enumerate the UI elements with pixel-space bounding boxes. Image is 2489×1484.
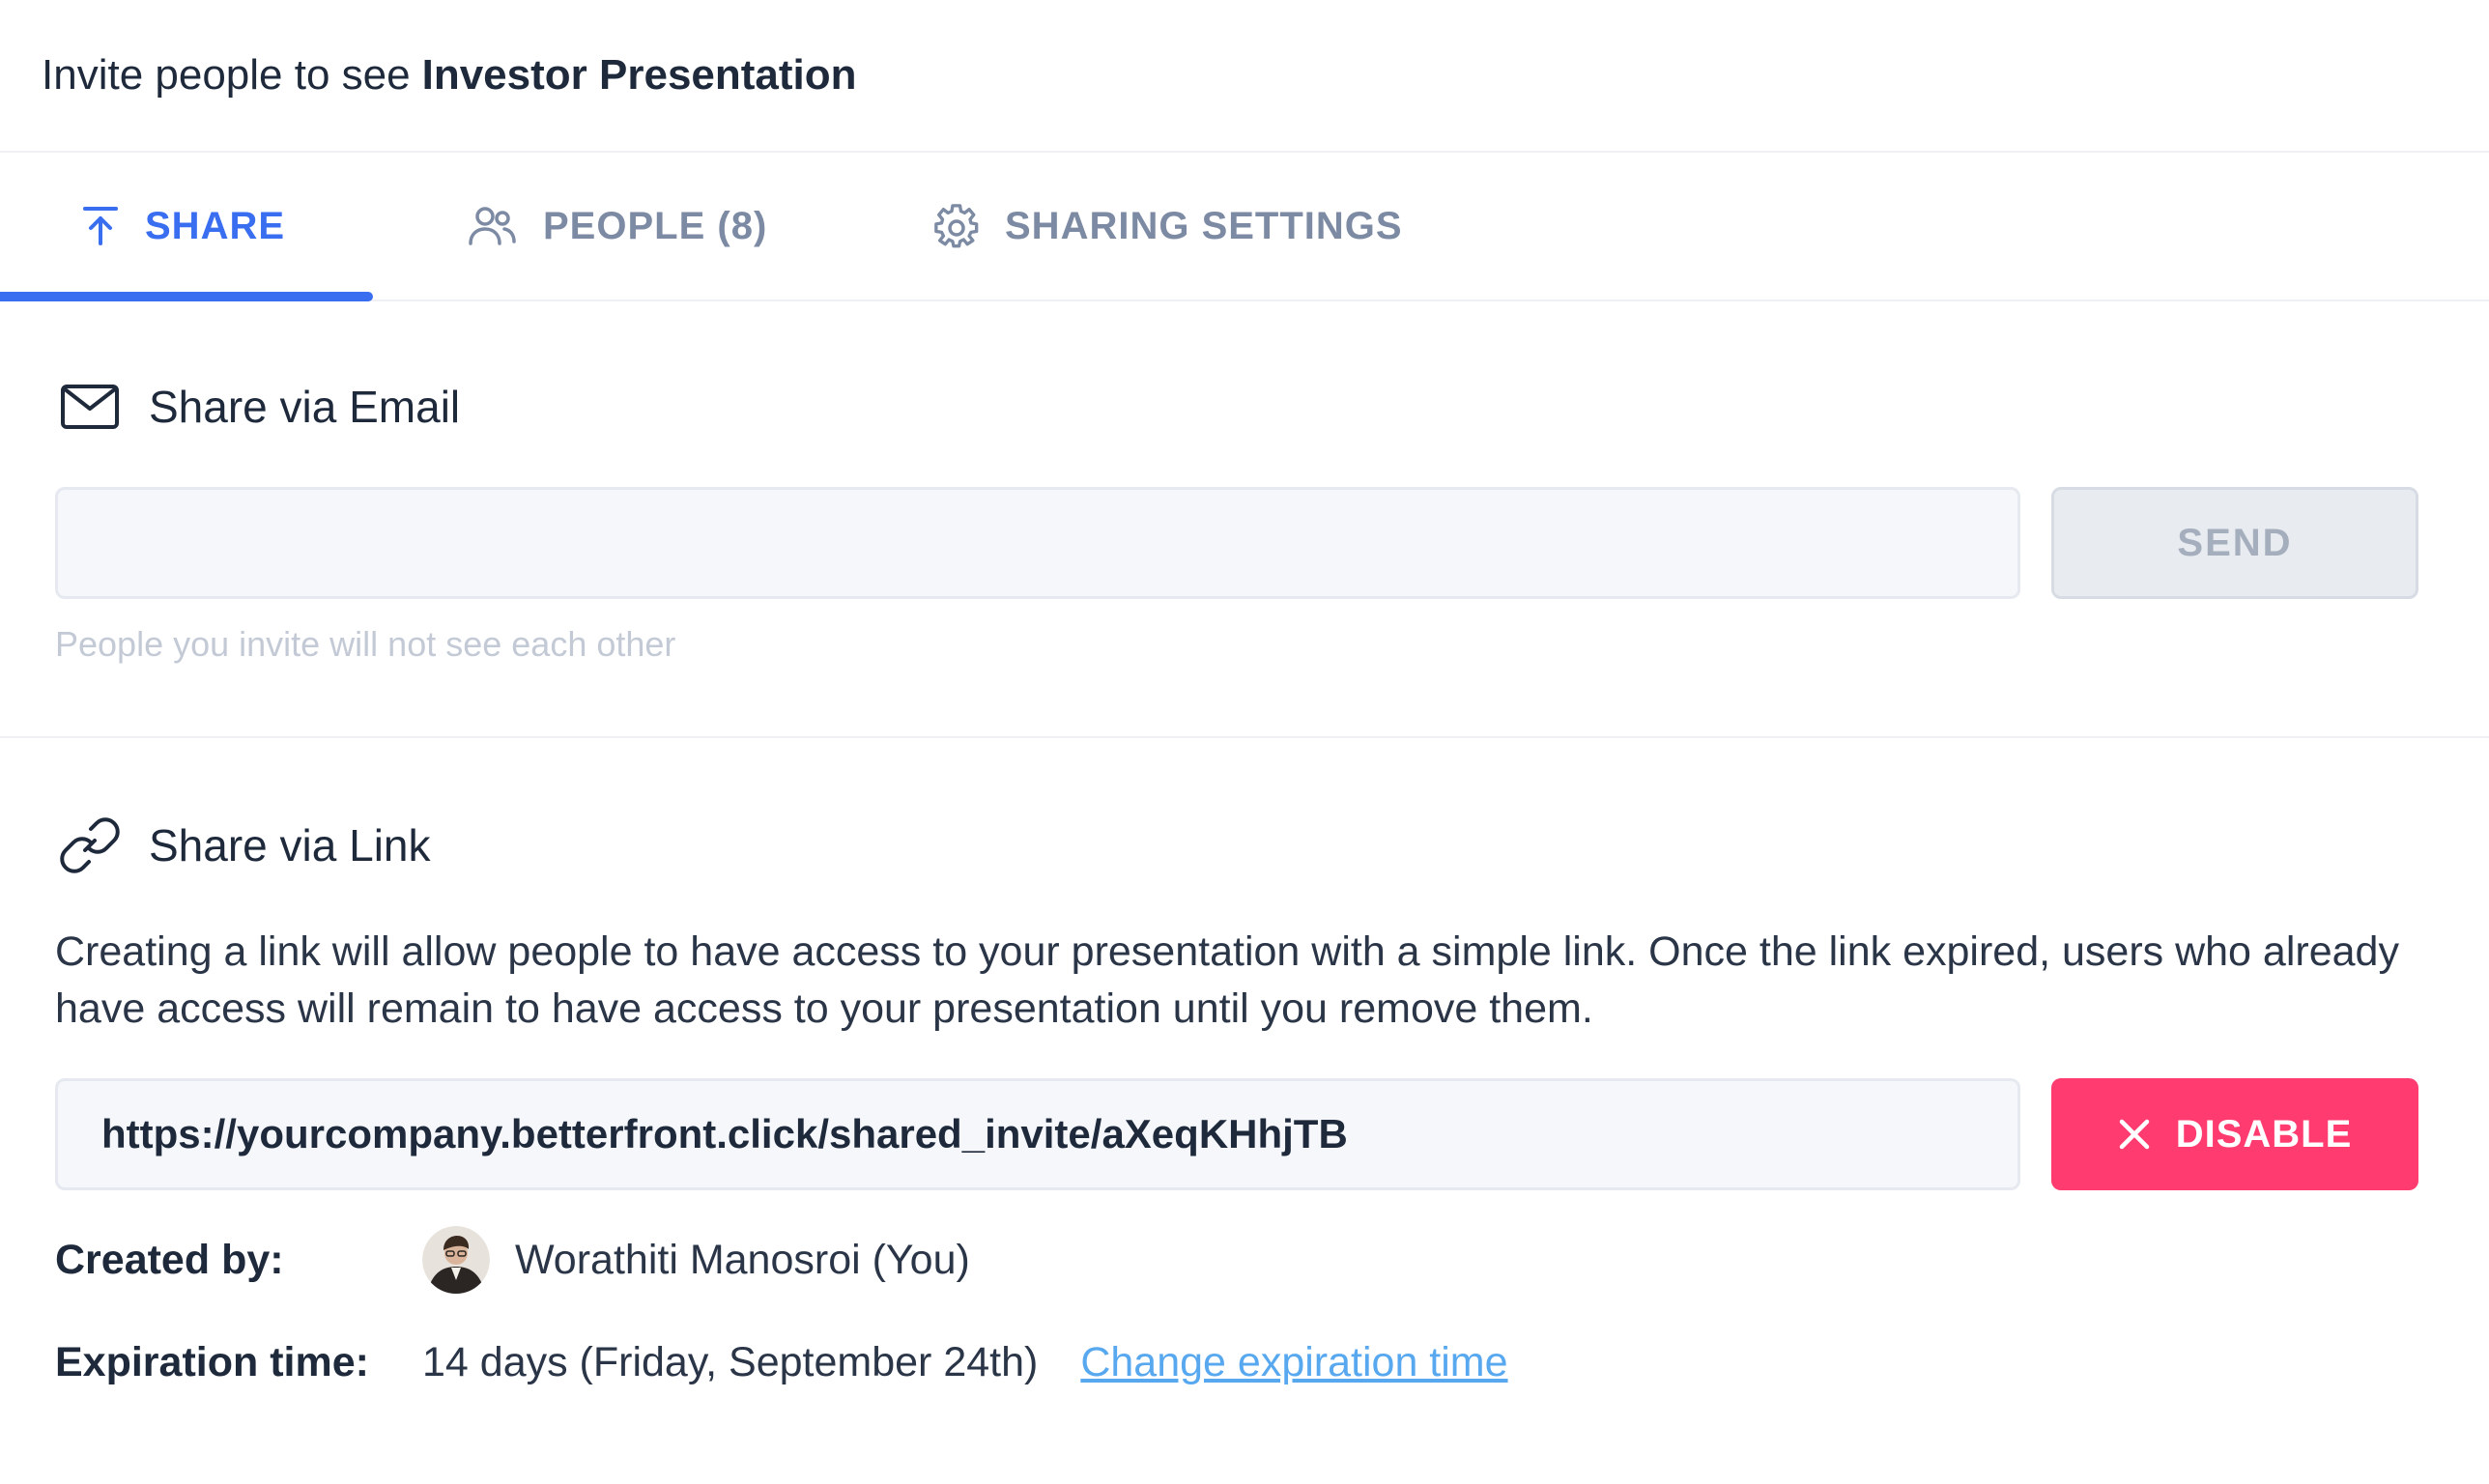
email-hint: People you invite will not see each othe… bbox=[55, 624, 676, 664]
expiration-value: 14 days (Friday, September 24th) bbox=[422, 1338, 1039, 1385]
email-section-title-text: Share via Email bbox=[149, 382, 461, 432]
avatar bbox=[422, 1226, 490, 1294]
created-by-label: Created by: bbox=[55, 1236, 284, 1283]
link-description: Creating a link will allow people to hav… bbox=[55, 928, 2399, 1032]
active-tab-indicator bbox=[0, 292, 373, 301]
tab-share[interactable]: SHARE bbox=[81, 153, 285, 300]
dialog-header: Invite people to see Investor Presentati… bbox=[0, 0, 2489, 153]
created-by-name: Worathiti Manosroi (You) bbox=[515, 1236, 970, 1283]
email-share-section: Share via Email SEND People you invite w… bbox=[0, 301, 2489, 738]
created-by-row: Created by: Worathiti Manosroi (You) bbox=[55, 1221, 970, 1298]
expiration-row: Expiration time: 14 days (Friday, Septem… bbox=[55, 1324, 1508, 1401]
tab-sharing-settings-label: SHARING SETTINGS bbox=[1005, 204, 1403, 247]
tab-share-label: SHARE bbox=[145, 204, 286, 247]
disable-link-button[interactable]: DISABLE bbox=[2051, 1078, 2418, 1190]
disable-link-label: DISABLE bbox=[2175, 1112, 2353, 1156]
header-title-prefix: Invite people to see bbox=[42, 51, 411, 99]
share-link-field[interactable] bbox=[55, 1078, 2020, 1190]
close-icon bbox=[2118, 1118, 2151, 1151]
expiration-label: Expiration time: bbox=[55, 1338, 369, 1385]
tab-bar: SHARE PEOPLE (8) SHARING SETTINGS bbox=[0, 153, 2489, 301]
link-icon bbox=[60, 815, 120, 875]
email-section-title: Share via Email bbox=[60, 381, 460, 433]
link-section-title-text: Share via Link bbox=[149, 820, 431, 870]
email-input[interactable] bbox=[55, 487, 2020, 599]
share-dialog: Invite people to see Investor Presentati… bbox=[0, 0, 2489, 1484]
link-section-title: Share via Link bbox=[60, 815, 431, 875]
presentation-name: Investor Presentation bbox=[421, 51, 857, 99]
link-share-section: Share via Link Creating a link will allo… bbox=[0, 738, 2489, 1484]
tab-sharing-settings[interactable]: SHARING SETTINGS bbox=[933, 153, 1403, 300]
people-icon bbox=[468, 205, 518, 247]
change-expiration-link[interactable]: Change expiration time bbox=[1080, 1339, 1507, 1386]
send-button[interactable]: SEND bbox=[2051, 487, 2418, 599]
tab-people-label: PEOPLE (8) bbox=[543, 204, 768, 247]
gear-icon bbox=[933, 203, 980, 249]
tab-people[interactable]: PEOPLE (8) bbox=[468, 153, 767, 300]
envelope-icon bbox=[60, 384, 120, 430]
upload-icon bbox=[81, 205, 120, 247]
